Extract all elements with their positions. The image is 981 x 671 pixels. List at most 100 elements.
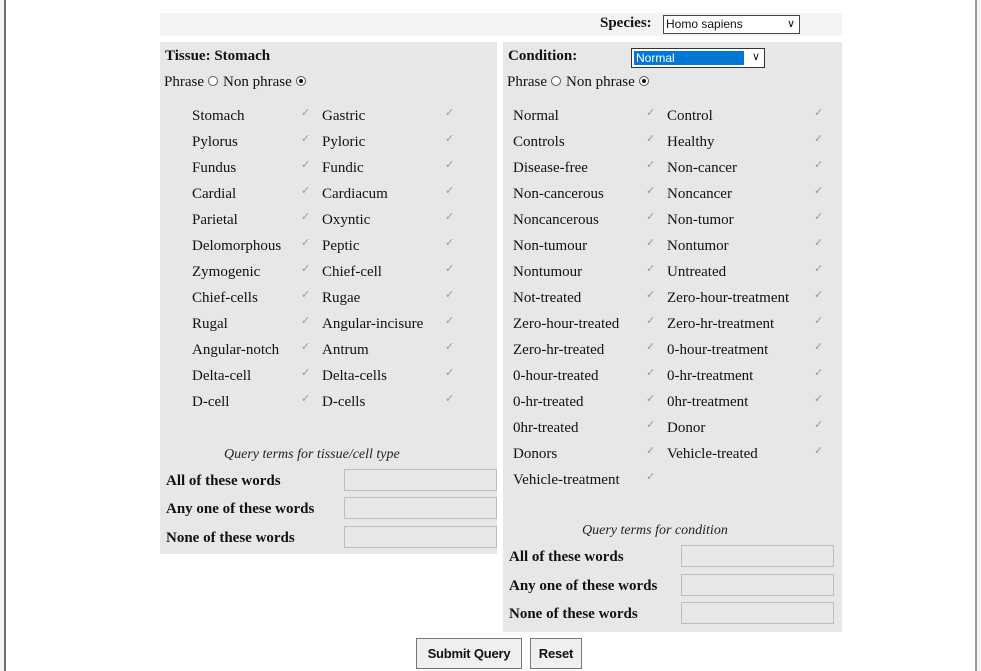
term-checkbox[interactable] (646, 132, 657, 147)
term-checkbox[interactable] (301, 392, 312, 407)
term-checkbox[interactable] (301, 106, 312, 121)
term-checkbox[interactable] (646, 288, 657, 303)
condition-select[interactable]: Normal ∨ (631, 48, 765, 68)
term-checkbox[interactable] (301, 184, 312, 199)
term-label: Nontumor (667, 238, 729, 254)
term-checkbox[interactable] (445, 210, 456, 225)
term-checkbox[interactable] (301, 314, 312, 329)
term-checkbox[interactable] (814, 444, 825, 459)
term-checkbox[interactable] (445, 236, 456, 251)
condition-any-words-input[interactable] (681, 574, 834, 596)
condition-non-phrase-radio[interactable] (638, 76, 649, 87)
term-checkbox[interactable] (445, 106, 456, 121)
term-label: Parietal (192, 212, 238, 228)
term-checkbox[interactable] (814, 106, 825, 121)
term-checkbox[interactable] (646, 158, 657, 173)
term-checkbox[interactable] (814, 314, 825, 329)
term-checkbox[interactable] (646, 340, 657, 355)
term-checkbox[interactable] (646, 470, 657, 485)
term-checkbox[interactable] (445, 314, 456, 329)
term-checkbox[interactable] (445, 392, 456, 407)
submit-query-button[interactable]: Submit Query (416, 638, 522, 669)
term-checkbox[interactable] (814, 288, 825, 303)
term-checkbox[interactable] (445, 184, 456, 199)
condition-phrase-radio[interactable] (551, 76, 561, 87)
term-checkbox[interactable] (814, 418, 825, 433)
term-checkbox[interactable] (301, 236, 312, 251)
query-none-label: None of these words (509, 606, 638, 622)
term-label: D-cell (192, 394, 230, 410)
query-all-label: All of these words (166, 473, 281, 489)
term-label: Nontumour (513, 264, 583, 280)
term-checkbox[interactable] (646, 444, 657, 459)
query-any-label: Any one of these words (166, 501, 315, 517)
tissue-all-words-input[interactable] (344, 469, 497, 491)
term-label: Healthy (667, 134, 715, 150)
tissue-query-none-row: None of these words (166, 526, 497, 550)
term-label: Gastric (322, 108, 366, 124)
term-checkbox-cell (301, 233, 322, 259)
term-checkbox-cell (301, 155, 322, 181)
term-checkbox[interactable] (646, 418, 657, 433)
term-checkbox-cell (814, 415, 824, 441)
term-checkbox-cell (301, 363, 322, 389)
term-checkbox[interactable] (646, 314, 657, 329)
tissue-non-phrase-radio[interactable] (295, 76, 306, 87)
term-checkbox[interactable] (301, 288, 312, 303)
tissue-panel: Tissue: Stomach Phrase Non phrase Stomach… (160, 42, 497, 554)
term-checkbox[interactable] (445, 132, 456, 147)
species-select[interactable]: Homo sapiens ∨ (663, 15, 800, 34)
term-checkbox[interactable] (445, 288, 456, 303)
term-checkbox[interactable] (814, 132, 825, 147)
term-label: Chief-cells (192, 290, 258, 306)
term-checkbox[interactable] (301, 158, 312, 173)
term-checkbox[interactable] (301, 340, 312, 355)
term-checkbox-cell (646, 467, 667, 493)
query-none-label: None of these words (166, 530, 295, 546)
term-checkbox-cell (445, 103, 455, 129)
term-checkbox[interactable] (814, 340, 825, 355)
term-checkbox[interactable] (301, 366, 312, 381)
condition-query-none-row: None of these words (509, 602, 839, 626)
term-label: Cardiacum (322, 186, 388, 202)
term-checkbox[interactable] (445, 158, 456, 173)
term-checkbox-cell (646, 155, 667, 181)
term-checkbox[interactable] (646, 236, 657, 251)
term-checkbox[interactable] (814, 392, 825, 407)
term-checkbox-cell (301, 207, 322, 233)
term-checkbox[interactable] (445, 262, 456, 277)
reset-button[interactable]: Reset (530, 638, 582, 669)
term-checkbox[interactable] (814, 262, 825, 277)
term-checkbox[interactable] (445, 340, 456, 355)
term-checkbox[interactable] (301, 210, 312, 225)
term-checkbox[interactable] (445, 366, 456, 381)
term-label: 0-hour-treatment (667, 342, 769, 358)
term-checkbox[interactable] (646, 210, 657, 225)
term-checkbox[interactable] (814, 184, 825, 199)
term-checkbox[interactable] (646, 106, 657, 121)
term-label: 0-hr-treated (513, 394, 584, 410)
term-checkbox[interactable] (646, 366, 657, 381)
tissue-any-words-input[interactable] (344, 497, 497, 519)
term-checkbox[interactable] (646, 184, 657, 199)
term-checkbox[interactable] (814, 210, 825, 225)
tissue-phrase-radio[interactable] (208, 76, 218, 87)
term-label: Fundus (192, 160, 237, 176)
term-checkbox-cell (301, 389, 322, 415)
condition-all-words-input[interactable] (681, 545, 834, 567)
tissue-none-words-input[interactable] (344, 526, 497, 548)
term-checkbox-cell (445, 233, 455, 259)
term-checkbox-cell (301, 181, 322, 207)
term-checkbox[interactable] (814, 366, 825, 381)
term-checkbox[interactable] (814, 236, 825, 251)
empty-cell (667, 467, 814, 493)
term-checkbox[interactable] (646, 262, 657, 277)
term-checkbox-cell (445, 363, 455, 389)
term-checkbox[interactable] (301, 262, 312, 277)
condition-none-words-input[interactable] (681, 602, 834, 624)
term-checkbox[interactable] (301, 132, 312, 147)
term-checkbox-cell (814, 155, 824, 181)
term-checkbox[interactable] (646, 392, 657, 407)
term-label: Untreated (667, 264, 727, 280)
term-checkbox[interactable] (814, 158, 825, 173)
